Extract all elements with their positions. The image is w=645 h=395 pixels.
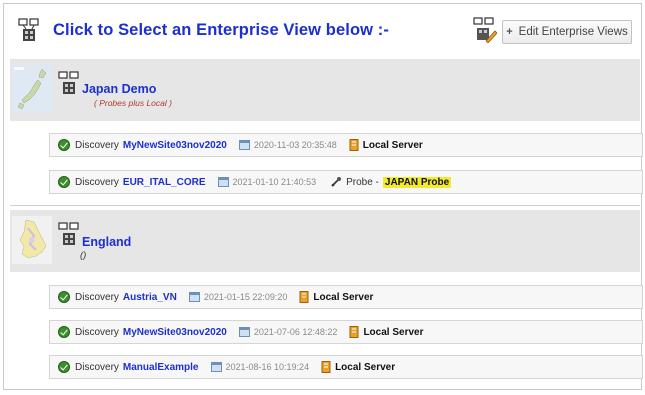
enterprise-group-england[interactable]: England () (10, 210, 640, 272)
discovery-label: Discovery (75, 176, 119, 188)
probe-icon (331, 177, 342, 187)
discovery-label: Discovery (75, 326, 119, 338)
calendar-icon (238, 140, 250, 150)
probe-label: Probe - (346, 176, 379, 188)
enterprise-view-icon (18, 18, 39, 41)
status-ok-icon (58, 326, 70, 338)
calendar-icon (188, 292, 200, 302)
discovery-timestamp: 2021-07-06 12:48:22 (253, 327, 338, 337)
status-ok-icon (58, 361, 70, 373)
edit-enterprise-views-label: Edit Enterprise Views (518, 26, 628, 38)
discovery-row[interactable]: Discovery MyNewSite03nov2020 2020-11-03 … (49, 133, 643, 157)
enterprise-view-icon (58, 71, 79, 94)
discovery-site-link[interactable]: EUR_ITAL_CORE (123, 177, 206, 188)
status-ok-icon (58, 176, 70, 188)
discovery-row[interactable]: Discovery MyNewSite03nov2020 2021-07-06 … (49, 320, 643, 344)
enterprise-group-name[interactable]: Japan Demo (82, 82, 156, 96)
local-server-icon (299, 291, 309, 303)
discovery-row[interactable]: Discovery Austria_VN 2021-01-15 22:09:20… (49, 285, 643, 309)
plus-icon: + (506, 26, 513, 38)
local-server-icon (349, 326, 359, 338)
enterprise-view-icon (58, 222, 79, 245)
server-label: Local Server (313, 291, 374, 303)
group-divider (10, 205, 640, 206)
england-map-icon (12, 216, 52, 264)
discovery-label: Discovery (75, 291, 119, 303)
status-ok-icon (58, 291, 70, 303)
panel-header: Click to Select an Enterprise View below… (4, 4, 641, 56)
enterprise-view-panel: Click to Select an Enterprise View below… (3, 3, 643, 390)
discovery-site-link[interactable]: MyNewSite03nov2020 (123, 327, 227, 338)
status-ok-icon (58, 139, 70, 151)
discovery-label: Discovery (75, 139, 119, 151)
discovery-timestamp: 2021-08-16 10:19:24 (225, 362, 310, 372)
edit-enterprise-views-button[interactable]: + Edit Enterprise Views (502, 20, 632, 44)
discovery-site-link[interactable]: MyNewSite03nov2020 (123, 140, 227, 151)
edit-enterprise-view-icon[interactable] (473, 17, 497, 43)
enterprise-group-name[interactable]: England (82, 235, 131, 249)
discovery-timestamp: 2020-11-03 20:35:48 (253, 140, 337, 150)
local-server-icon (321, 361, 331, 373)
discovery-site-link[interactable]: ManualExample (123, 362, 199, 373)
page-title: Click to Select an Enterprise View below… (53, 21, 389, 39)
discovery-site-link[interactable]: Austria_VN (123, 292, 177, 303)
discovery-row[interactable]: Discovery EUR_ITAL_CORE 2021-01-10 21:40… (49, 170, 643, 194)
enterprise-group-subtitle: () (80, 250, 87, 261)
probe-name-badge: JAPAN Probe (382, 176, 452, 188)
enterprise-group-subtitle: ( Probes plus Local ) (94, 98, 172, 108)
discovery-timestamp: 2021-01-10 21:40:53 (232, 177, 317, 187)
server-label: Local Server (335, 361, 396, 373)
discovery-label: Discovery (75, 361, 119, 373)
calendar-icon (217, 177, 229, 187)
calendar-icon (210, 362, 222, 372)
discovery-timestamp: 2021-01-15 22:09:20 (203, 292, 288, 302)
japan-map-icon (12, 65, 52, 113)
local-server-icon (349, 139, 359, 151)
enterprise-group-japan-demo[interactable]: Japan Demo ( Probes plus Local ) (10, 59, 640, 121)
discovery-row[interactable]: Discovery ManualExample 2021-08-16 10:19… (49, 355, 643, 379)
server-label: Local Server (362, 139, 423, 151)
server-label: Local Server (363, 326, 424, 338)
calendar-icon (238, 327, 250, 337)
